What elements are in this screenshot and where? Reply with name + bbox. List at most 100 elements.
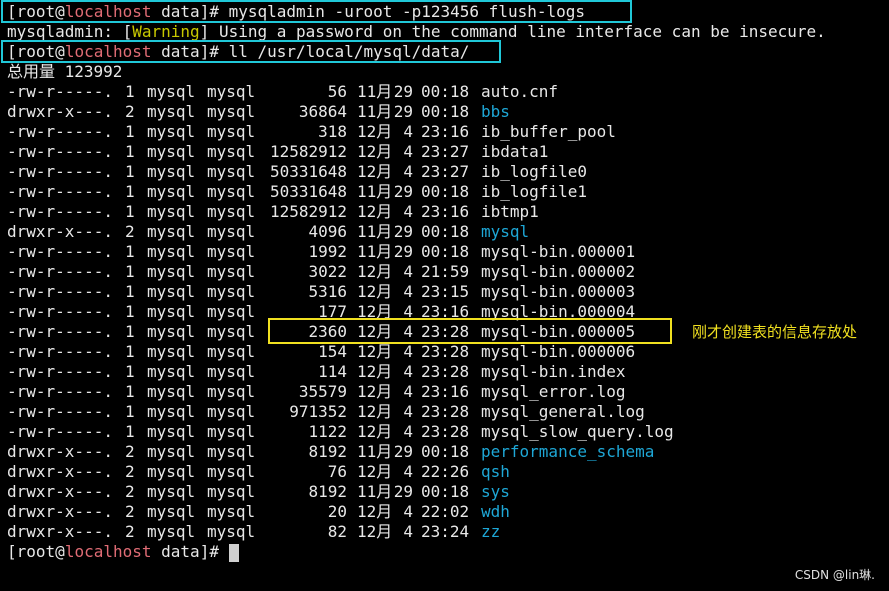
file-name: bbs: [481, 102, 510, 121]
total-line: 总用量 123992: [7, 62, 123, 81]
file-day: 29: [393, 442, 413, 461]
file-row: -rw-r-----. 1 mysql mysql 35579 12月 4 23:16 mysq…: [7, 382, 626, 402]
file-time: 00:18: [421, 82, 470, 101]
file-time: 23:24: [421, 522, 470, 541]
file-link-count: 2: [125, 462, 135, 481]
file-size: 76: [327, 462, 347, 481]
file-owner: mysql: [147, 162, 196, 181]
warning-line: mysqladmin: [Warning] Using a password o…: [7, 22, 826, 42]
file-link-count: 1: [125, 382, 135, 401]
file-time: 00:18: [421, 482, 470, 501]
file-permissions: drwxr-x---.: [7, 502, 113, 521]
file-owner: mysql: [147, 422, 196, 441]
file-owner: mysql: [147, 282, 196, 301]
file-month: 12月: [357, 122, 393, 141]
file-link-count: 1: [125, 282, 135, 301]
file-permissions: drwxr-x---.: [7, 482, 113, 501]
file-owner: mysql: [147, 522, 196, 541]
file-name: ibdata1: [481, 142, 549, 161]
file-time: 23:28: [421, 342, 470, 361]
file-permissions: -rw-r-----.: [7, 402, 113, 421]
file-permissions: drwxr-x---.: [7, 462, 113, 481]
file-group: mysql: [207, 422, 256, 441]
file-link-count: 1: [125, 262, 135, 281]
warning-message: ] Using a password on the command line i…: [199, 22, 826, 41]
file-permissions: -rw-r-----.: [7, 322, 113, 341]
file-size: 4096: [308, 222, 347, 241]
file-row: -rw-r-----. 1 mysql mysql 1992 11月29 00:18 mysq…: [7, 242, 635, 262]
file-month: 12月: [357, 462, 393, 481]
file-name: mysql_general.log: [481, 402, 645, 421]
file-link-count: 1: [125, 182, 135, 201]
file-group: mysql: [207, 202, 256, 221]
file-row: drwxr-x---. 2 mysql mysql 76 12月 4 22:26 qsh: [7, 462, 510, 482]
file-owner: mysql: [147, 462, 196, 481]
file-month: 11月: [357, 182, 393, 201]
file-row: -rw-r-----. 1 mysql mysql 1122 12月 4 23:28 mysql…: [7, 422, 674, 442]
file-month: 11月: [357, 102, 393, 121]
file-day: 4: [403, 342, 413, 361]
csdn-watermark: CSDN @lin琳.: [794, 568, 875, 582]
file-owner: mysql: [147, 102, 196, 121]
file-owner: mysql: [147, 362, 196, 381]
file-permissions: -rw-r-----.: [7, 262, 113, 281]
file-time: 23:28: [421, 422, 470, 441]
text-cursor: [228, 543, 239, 562]
file-time: 23:16: [421, 202, 470, 221]
file-name: mysql_slow_query.log: [481, 422, 674, 441]
file-group: mysql: [207, 482, 256, 501]
file-link-count: 1: [125, 242, 135, 261]
file-permissions: -rw-r-----.: [7, 422, 113, 441]
file-group: mysql: [207, 522, 256, 541]
file-row: drwxr-x---. 2 mysql mysql 82 12月 4 23:24 zz: [7, 522, 500, 542]
file-size: 35579: [298, 382, 347, 401]
file-month: 12月: [357, 422, 393, 441]
file-size: 971352: [289, 402, 347, 421]
file-owner: mysql: [147, 122, 196, 141]
file-row: -rw-r-----. 1 mysql mysql 154 12月 4 23:28 mysql-…: [7, 342, 635, 362]
file-name: qsh: [481, 462, 510, 481]
file-month: 12月: [357, 342, 393, 361]
file-day: 29: [393, 242, 413, 261]
final-prompt-line[interactable]: [root@localhost data]#: [7, 542, 239, 562]
file-size: 8192: [308, 482, 347, 501]
warning-prefix: mysqladmin: [: [7, 22, 133, 41]
file-link-count: 1: [125, 422, 135, 441]
file-row: -rw-r-----. 1 mysql mysql 56 11月29 00:18 auto.c…: [7, 82, 558, 102]
file-link-count: 2: [125, 482, 135, 501]
file-owner: mysql: [147, 262, 196, 281]
file-time: 00:18: [421, 182, 470, 201]
file-row: -rw-r-----. 1 mysql mysql 12582912 12月 4 23:16 i…: [7, 202, 539, 222]
file-permissions: -rw-r-----.: [7, 382, 113, 401]
file-size: 1992: [308, 242, 347, 261]
highlight-box-binlog-000005: [268, 318, 672, 344]
file-time: 23:16: [421, 382, 470, 401]
file-group: mysql: [207, 162, 256, 181]
file-owner: mysql: [147, 502, 196, 521]
file-group: mysql: [207, 82, 256, 101]
file-link-count: 1: [125, 202, 135, 221]
file-link-count: 1: [125, 322, 135, 341]
file-size: 36864: [298, 102, 347, 121]
file-owner: mysql: [147, 182, 196, 201]
file-size: 5316: [308, 282, 347, 301]
file-group: mysql: [207, 302, 256, 321]
file-time: 22:26: [421, 462, 470, 481]
file-permissions: -rw-r-----.: [7, 302, 113, 321]
file-row: drwxr-x---. 2 mysql mysql 8192 11月29 00:18 perf…: [7, 442, 654, 462]
file-size: 318: [318, 122, 347, 141]
file-owner: mysql: [147, 442, 196, 461]
file-size: 3022: [308, 262, 347, 281]
file-permissions: drwxr-x---.: [7, 522, 113, 541]
file-day: 4: [403, 262, 413, 281]
file-link-count: 1: [125, 162, 135, 181]
file-permissions: -rw-r-----.: [7, 82, 113, 101]
terminal-window[interactable]: [root@localhost data]# mysqladmin -uroot…: [0, 0, 889, 591]
prompt-open-bracket: [: [7, 542, 17, 561]
file-permissions: -rw-r-----.: [7, 342, 113, 361]
file-month: 12月: [357, 262, 393, 281]
file-permissions: -rw-r-----.: [7, 162, 113, 181]
file-month: 11月: [357, 222, 393, 241]
file-day: 4: [403, 462, 413, 481]
file-day: 4: [403, 382, 413, 401]
